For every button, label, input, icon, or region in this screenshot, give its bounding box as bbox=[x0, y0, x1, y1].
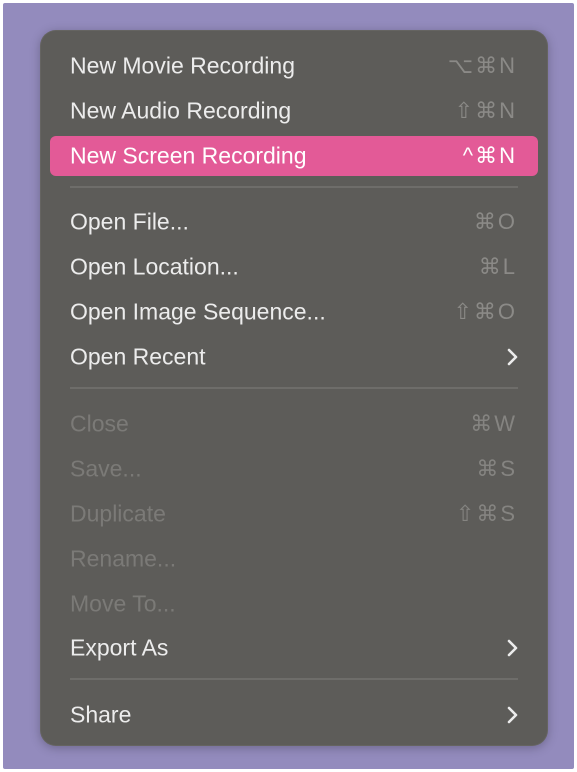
menu-item-shortcut: ⇧⌘N bbox=[454, 98, 517, 123]
menu-item-label: New Screen Recording bbox=[70, 142, 307, 169]
menu-item-rename: Rename... bbox=[50, 539, 538, 579]
menu-item-label: Open Image Sequence... bbox=[70, 298, 326, 325]
desktop-background: New Movie Recording ⌥⌘N New Audio Record… bbox=[3, 3, 574, 769]
chevron-right-icon bbox=[507, 348, 518, 366]
menu-item-label: Close bbox=[70, 410, 129, 437]
menu-item-label: Open Recent bbox=[70, 343, 206, 370]
menu-item-label: Open Location... bbox=[70, 253, 239, 280]
menu-item-save: Save... ⌘S bbox=[50, 449, 538, 489]
menu-item-label: New Movie Recording bbox=[70, 52, 295, 79]
menu-item-shortcut: ⌘S bbox=[476, 456, 517, 481]
menu-separator bbox=[70, 678, 518, 680]
menu-item-shortcut: ^⌘N bbox=[462, 143, 517, 168]
file-menu: New Movie Recording ⌥⌘N New Audio Record… bbox=[40, 30, 548, 746]
menu-item-open-image-sequence[interactable]: Open Image Sequence... ⇧⌘O bbox=[50, 292, 538, 332]
menu-separator bbox=[70, 186, 518, 188]
menu-item-move-to: Move To... bbox=[50, 584, 538, 624]
menu-item-share[interactable]: Share bbox=[50, 695, 538, 735]
menu-item-shortcut: ⇧⌘O bbox=[453, 299, 517, 324]
menu-item-shortcut: ⌘W bbox=[470, 411, 517, 436]
menu-item-new-audio-recording[interactable]: New Audio Recording ⇧⌘N bbox=[50, 91, 538, 131]
menu-item-duplicate: Duplicate ⇧⌘S bbox=[50, 494, 538, 534]
menu-item-new-movie-recording[interactable]: New Movie Recording ⌥⌘N bbox=[50, 46, 538, 86]
menu-item-export-as[interactable]: Export As bbox=[50, 628, 538, 668]
menu-item-label: Rename... bbox=[70, 545, 177, 572]
chevron-right-icon bbox=[507, 706, 518, 724]
menu-item-new-screen-recording[interactable]: New Screen Recording ^⌘N bbox=[50, 136, 538, 176]
menu-item-label: Save... bbox=[70, 455, 142, 482]
menu-item-label: New Audio Recording bbox=[70, 97, 292, 124]
menu-item-label: Share bbox=[70, 701, 132, 728]
menu-separator bbox=[70, 387, 518, 389]
menu-item-label: Duplicate bbox=[70, 500, 166, 527]
menu-item-open-location[interactable]: Open Location... ⌘L bbox=[50, 247, 538, 287]
menu-item-label: Open File... bbox=[70, 208, 189, 235]
menu-item-label: Export As bbox=[70, 634, 169, 661]
menu-item-shortcut: ⌥⌘N bbox=[447, 53, 517, 78]
chevron-right-icon bbox=[507, 639, 518, 657]
menu-item-open-recent[interactable]: Open Recent bbox=[50, 337, 538, 377]
menu-item-shortcut: ⇧⌘S bbox=[455, 501, 517, 526]
menu-item-close: Close ⌘W bbox=[50, 404, 538, 444]
menu-item-shortcut: ⌘L bbox=[478, 254, 517, 279]
menu-item-label: Move To... bbox=[70, 590, 176, 617]
menu-item-open-file[interactable]: Open File... ⌘O bbox=[50, 202, 538, 242]
menu-item-shortcut: ⌘O bbox=[473, 209, 517, 234]
